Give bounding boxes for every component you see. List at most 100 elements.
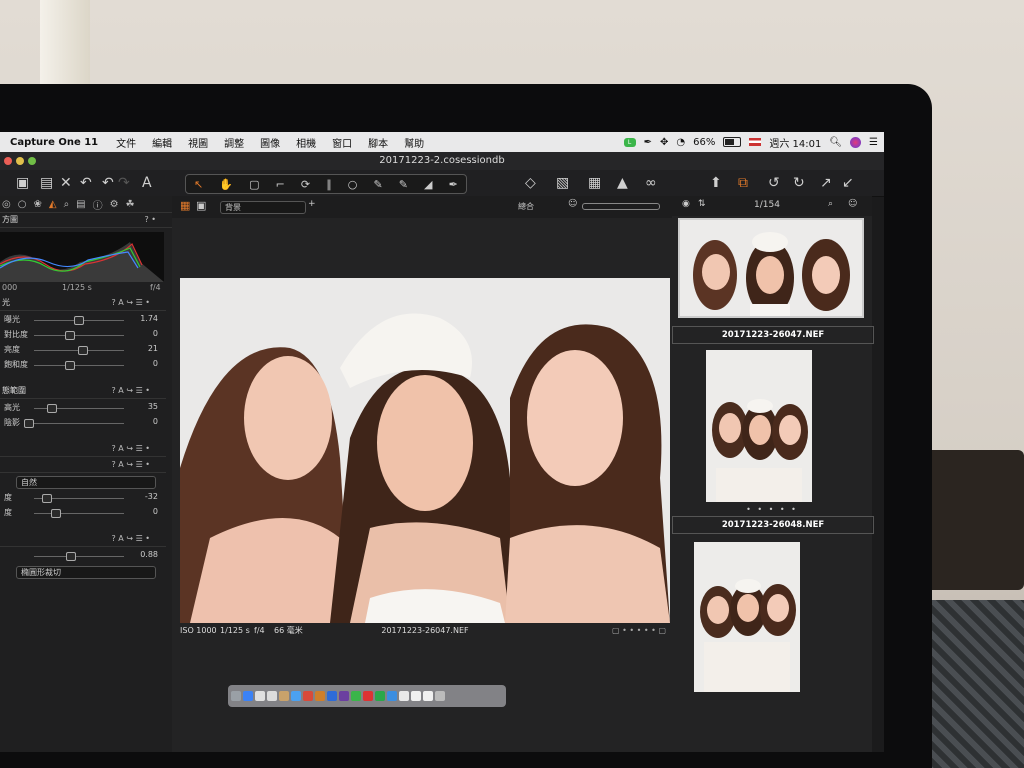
dock-app-icon[interactable]: [291, 691, 301, 701]
menu-app-name[interactable]: Capture One 11: [0, 137, 108, 148]
main-photo[interactable]: [180, 278, 670, 623]
capture-camera-icon[interactable]: ▣: [16, 170, 29, 196]
thumbnail-2[interactable]: [706, 350, 812, 502]
spot-removal-icon[interactable]: ○: [348, 178, 358, 191]
hdr-section-header[interactable]: 態範圍 ? A ↪ ☰ •: [0, 384, 166, 399]
dock-illustrator-icon[interactable]: [315, 691, 325, 701]
notification-center-icon[interactable]: ☰: [869, 137, 878, 148]
menu-window[interactable]: 窗口: [324, 135, 360, 150]
view-filter-eye-icon[interactable]: ◉: [682, 199, 690, 209]
import-folder-icon[interactable]: ▤: [40, 170, 53, 196]
clarity-section-header[interactable]: ? A ↪ ☰ •: [0, 442, 166, 457]
thumbnail-label-2[interactable]: 20171223-26048.NEF: [672, 516, 874, 534]
thumbnail-3[interactable]: [694, 542, 800, 692]
move-icon[interactable]: ✥: [660, 137, 668, 148]
export-icon[interactable]: ⬆: [710, 170, 722, 196]
adjust-slider[interactable]: 高光 35: [0, 402, 164, 415]
rotate-left-icon[interactable]: ↺: [768, 170, 780, 196]
dock-app-icon[interactable]: [267, 691, 277, 701]
close-window-icon[interactable]: [4, 157, 12, 165]
vignette-knob[interactable]: [66, 552, 76, 561]
vignette-amount-slider[interactable]: 0.88: [0, 550, 164, 563]
vignette-method-select[interactable]: 橢圓形裁切: [16, 566, 156, 579]
before-after-icon[interactable]: ▧: [556, 170, 569, 196]
dock-premiere-icon[interactable]: [339, 691, 349, 701]
dock-app-icon[interactable]: [399, 691, 409, 701]
delete-icon[interactable]: ✕: [60, 170, 72, 196]
menu-image[interactable]: 圖像: [252, 135, 288, 150]
tab-local-adjust-icon[interactable]: ▤: [76, 199, 85, 210]
battery-icon[interactable]: [723, 137, 742, 147]
menu-view[interactable]: 視圖: [180, 135, 216, 150]
undo-icon[interactable]: ↶: [80, 170, 92, 196]
exposure-tools-icon[interactable]: ? A ↪ ☰ •: [112, 296, 166, 310]
thumbnail-label-1[interactable]: 20171223-26047.NEF: [672, 326, 874, 344]
wifi-icon[interactable]: ◔: [676, 137, 685, 148]
slider-knob[interactable]: [42, 494, 52, 503]
dock-app-icon[interactable]: [363, 691, 373, 701]
dock-line-icon[interactable]: [351, 691, 361, 701]
photo-rating-dots[interactable]: ▢ • • • • • ▢: [612, 624, 666, 638]
zoom-slider[interactable]: [582, 203, 660, 210]
paste-apply-icon[interactable]: ↙: [842, 170, 854, 196]
adjust-slider[interactable]: 對比度 0: [0, 329, 164, 342]
clarity-tools-icon[interactable]: ? A ↪ ☰ •: [112, 442, 166, 456]
adjust-slider[interactable]: 度0: [0, 507, 164, 520]
slider-knob[interactable]: [73, 316, 84, 325]
adjust-slider[interactable]: 飽和度 0: [0, 359, 164, 372]
slider-knob[interactable]: [46, 404, 57, 413]
browser-user-icon[interactable]: ☺: [848, 199, 857, 209]
clock[interactable]: 週六 14:01: [769, 135, 821, 150]
dock-trash-icon[interactable]: [435, 691, 445, 701]
input-source-flag-icon[interactable]: [749, 138, 762, 146]
dock-safari-icon[interactable]: [243, 691, 253, 701]
redo-icon[interactable]: ↷: [118, 170, 130, 196]
tag-icon[interactable]: ◇: [525, 170, 536, 196]
menu-camera[interactable]: 相機: [288, 135, 324, 150]
thumbnail-rating-2[interactable]: • • • • •: [672, 506, 872, 514]
exposure-warning-icon[interactable]: ▲: [617, 170, 628, 196]
menu-adjust[interactable]: 調整: [216, 135, 252, 150]
vignette-tools-icon[interactable]: ? A ↪ ☰ •: [112, 532, 166, 546]
minimize-window-icon[interactable]: [16, 157, 24, 165]
crop-icon[interactable]: ⌐: [276, 178, 285, 191]
rotate-right-icon[interactable]: ↻: [793, 170, 805, 196]
dock-app-icon[interactable]: [255, 691, 265, 701]
adjust-slider[interactable]: 陰影 0: [0, 417, 164, 430]
tab-details-icon[interactable]: ⌕: [64, 199, 70, 210]
undo-alt-icon[interactable]: ↶: [102, 170, 114, 196]
sort-icon[interactable]: ⇅: [698, 199, 706, 209]
single-view-icon[interactable]: ▣: [196, 199, 206, 212]
slider-knob[interactable]: [64, 331, 75, 340]
tab-capture-icon[interactable]: ◎: [2, 199, 11, 210]
eraser-icon[interactable]: ✎: [399, 178, 408, 191]
dock-app-icon[interactable]: [279, 691, 289, 701]
tab-output-icon[interactable]: ⓘ: [93, 197, 103, 212]
tab-exposure-icon[interactable]: ◭: [49, 199, 57, 210]
siri-icon[interactable]: [850, 136, 862, 148]
background-select[interactable]: 背景: [220, 201, 306, 214]
section-help-icon[interactable]: ? •: [144, 213, 172, 227]
vignette-section-header[interactable]: ? A ↪ ☰ •: [0, 532, 166, 547]
grid-icon[interactable]: ▦: [588, 170, 601, 196]
line-app-icon[interactable]: L: [623, 137, 636, 147]
loupe-icon[interactable]: ▢: [249, 178, 259, 191]
tab-color-icon[interactable]: ❀: [33, 199, 41, 210]
dock-app-icon[interactable]: [387, 691, 397, 701]
slider-knob[interactable]: [64, 361, 75, 370]
hdr-tools-icon[interactable]: ? A ↪ ☰ •: [112, 384, 166, 398]
dock-finder-icon[interactable]: [231, 691, 241, 701]
adjust-slider[interactable]: 度 -32: [0, 492, 164, 505]
dock-app-icon[interactable]: [303, 691, 313, 701]
clarity-sub-tools-icon[interactable]: ? A ↪ ☰ •: [112, 458, 166, 472]
exposure-section-header[interactable]: 光 ? A ↪ ☰ •: [0, 296, 166, 311]
grid-view-icon[interactable]: ▦: [180, 199, 190, 212]
keystone-icon[interactable]: ∥: [326, 178, 332, 191]
thumbnail-selected[interactable]: [678, 218, 864, 318]
rotate-icon[interactable]: ⟳: [301, 178, 310, 191]
adjust-slider[interactable]: 曝光 1.74: [0, 314, 164, 327]
tab-lens-icon[interactable]: ○: [18, 199, 27, 210]
menu-help[interactable]: 幫助: [396, 135, 432, 150]
brush-icon[interactable]: ✎: [373, 178, 382, 191]
proof-glasses-icon[interactable]: ∞: [645, 170, 657, 196]
